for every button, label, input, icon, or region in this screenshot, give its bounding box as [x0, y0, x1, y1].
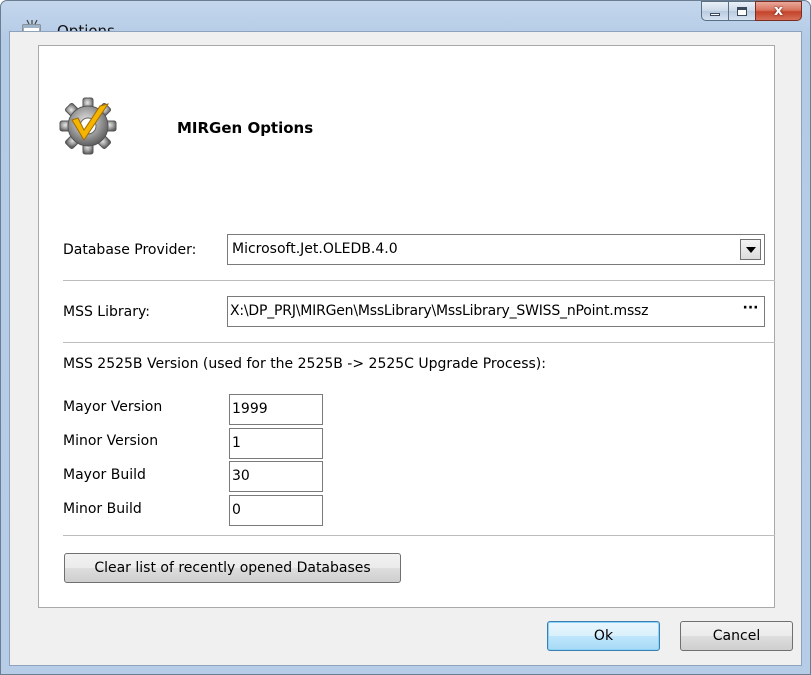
browse-ellipsis-button[interactable]: ···: [739, 300, 762, 323]
mayor-build-value: 30: [232, 468, 250, 484]
clear-recent-databases-button[interactable]: Clear list of recently opened Databases: [64, 553, 401, 583]
close-icon: x: [773, 3, 784, 19]
minimize-button[interactable]: [701, 1, 728, 21]
caption-buttons: x: [701, 1, 802, 31]
mayor-build-label: Mayor Build: [63, 467, 146, 483]
minor-version-value: 1: [232, 435, 241, 451]
mayor-version-input[interactable]: 1999: [229, 394, 323, 425]
separator: [63, 280, 775, 281]
options-panel: MIRGen Options Database Provider: Micros…: [38, 45, 775, 608]
database-provider-combobox[interactable]: Microsoft.Jet.OLEDB.4.0: [227, 234, 765, 265]
database-provider-label: Database Provider:: [63, 242, 197, 258]
minor-version-input[interactable]: 1: [229, 428, 323, 459]
mayor-build-input[interactable]: 30: [229, 461, 323, 492]
ok-button[interactable]: Ok: [547, 621, 660, 651]
mss-library-path-field[interactable]: X:\DP_PRJ\MIRGen\MssLibrary\MssLibrary_S…: [227, 296, 765, 327]
minor-build-value: 0: [232, 502, 241, 518]
gear-check-icon: [59, 97, 117, 155]
database-provider-value: Microsoft.Jet.OLEDB.4.0: [232, 241, 398, 257]
separator: [63, 535, 775, 536]
minor-build-input[interactable]: 0: [229, 495, 323, 526]
options-header-title: MIRGen Options: [177, 119, 314, 137]
mayor-version-value: 1999: [232, 401, 268, 417]
minor-version-label: Minor Version: [63, 433, 159, 449]
cancel-button[interactable]: Cancel: [680, 621, 793, 651]
chevron-down-icon[interactable]: [740, 239, 761, 260]
mayor-version-label: Mayor Version: [63, 399, 163, 415]
mss-library-path-value: X:\DP_PRJ\MIRGen\MssLibrary\MssLibrary_S…: [230, 303, 649, 319]
version-section-heading: MSS 2525B Version (used for the 2525B ->…: [63, 356, 546, 372]
close-button[interactable]: x: [755, 1, 802, 21]
minor-build-label: Minor Build: [63, 501, 142, 517]
options-window: CW Options x: [0, 0, 811, 675]
dialog-client-area: MIRGen Options Database Provider: Micros…: [9, 31, 802, 666]
mss-library-label: MSS Library:: [63, 304, 150, 320]
maximize-button[interactable]: [728, 1, 755, 21]
separator: [63, 342, 775, 343]
